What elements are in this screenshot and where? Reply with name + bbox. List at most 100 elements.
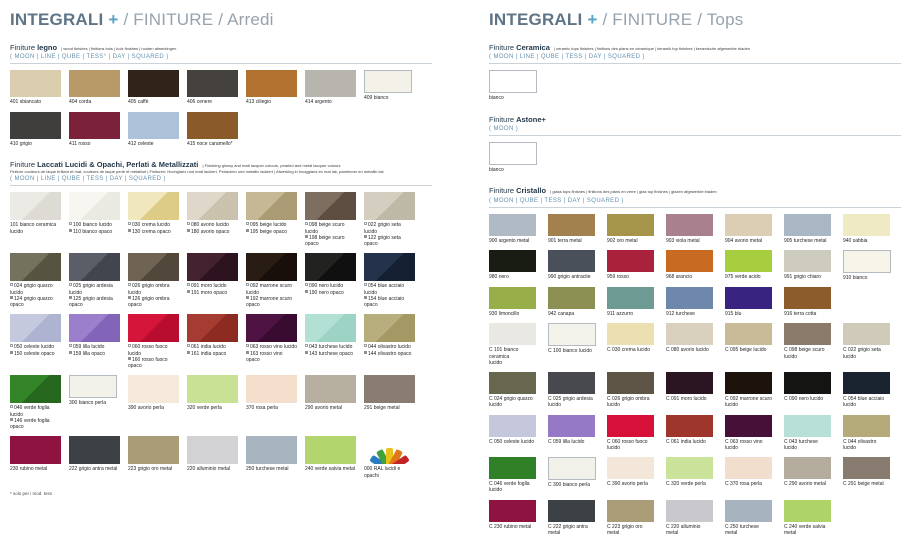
swatch-label-line: 130 crema opaco: [128, 229, 179, 235]
swatch-label-line: C 300 bianco perla: [548, 482, 595, 488]
swatch-color: [843, 457, 890, 479]
swatch-color: [666, 250, 713, 272]
swatch-color: [843, 250, 891, 273]
opaco-marker-icon: [246, 229, 249, 232]
swatch-label: 911 azzurro: [607, 311, 654, 317]
swatch-label-line: 912 turchese: [666, 311, 713, 317]
swatch-color: [364, 70, 412, 93]
swatch-label-line: C 101 bianco ceramica: [489, 347, 536, 360]
swatch-label-line: C 222 grigio antra metal: [548, 524, 595, 536]
swatch-label-line: 022 grigio seta lucido: [364, 222, 415, 235]
section-title-prefix: Finiture: [489, 43, 516, 52]
swatch-label: 098 beige scuro lucido198 beige scuro op…: [305, 222, 356, 247]
finish-swatch: 410 grigio: [10, 112, 61, 147]
swatch-label: 240 verde salvia metal: [305, 466, 356, 472]
swatch-label: 060 rosso fuoco lucido160 rosso fuoco op…: [128, 344, 179, 369]
finish-swatch: 413 ciliegio: [246, 70, 297, 105]
swatch-label-line: C 240 verde salvia metal: [784, 524, 831, 536]
finish-swatch: 903 viola metal: [666, 214, 713, 244]
finish-swatch: C 291 beige metal: [843, 457, 890, 494]
swatch-label: 024 grigio quarzo lucido124 grigio quarz…: [10, 283, 61, 308]
swatch-color: [187, 112, 238, 139]
swatch-row: bianco: [489, 142, 901, 173]
swatch-label-line: 903 viola metal: [666, 238, 713, 244]
swatch-label-line: 901 terra metal: [548, 238, 595, 244]
section-title-name: Astone+: [516, 115, 546, 124]
swatch-label-line: C 390 avorio perla: [607, 481, 654, 487]
page-title-arredi: INTEGRALI + / FINITURE / Arredi: [10, 10, 432, 30]
swatch-color: [843, 372, 890, 394]
swatch-color: [187, 436, 238, 464]
swatch-color: [607, 372, 654, 394]
swatch-row: C 050 celeste lucidoC 059 lilla lucidoC …: [489, 415, 901, 452]
finish-swatch: 101 bianco ceramicalucido: [10, 192, 61, 247]
swatch-label-line: 191 moro opaco: [187, 290, 238, 296]
finish-swatch: C 290 avorio metal: [784, 457, 831, 494]
finish-swatch: C 095 beige lucido: [725, 323, 772, 366]
swatch-label: 959 rosso: [607, 274, 654, 280]
swatch-label-line: 910 bianco: [843, 275, 890, 281]
swatch-color: [187, 192, 238, 220]
finish-swatch: C 044 olivastro lucido: [843, 415, 890, 452]
finish-swatch: C 100 bianco lucido: [548, 323, 595, 366]
swatch-label: 942 canapa: [548, 311, 595, 317]
swatch-label-line: 154 blue acciaio opaco: [364, 296, 415, 309]
swatch-label: 975 verde acido: [725, 274, 772, 280]
swatch-color: [187, 375, 238, 403]
finish-swatch: C 043 turchese lucido: [784, 415, 831, 452]
swatch-label: C 240 verde salvia metal: [784, 524, 831, 536]
opaco-marker-icon: [69, 296, 72, 299]
swatch-label-line: 222 grigio antra metal: [69, 466, 120, 472]
swatch-label: C 092 marrone scurolucido: [725, 396, 772, 409]
finish-swatch: 405 caffè: [128, 70, 179, 105]
swatch-label: 991 grigio chiaro: [784, 274, 831, 280]
swatch-label-line: 043 turchese lucido: [305, 344, 356, 350]
swatch-row: 024 grigio quarzo lucido124 grigio quarz…: [10, 253, 432, 308]
finish-swatch: 090 nero lucido190 nero opaco: [305, 253, 356, 308]
swatch-label-line: 390 avorio perla: [128, 405, 179, 411]
swatch-label-line: C 043 turchese lucido: [784, 439, 831, 452]
swatch-label-line: bianco: [489, 95, 536, 101]
section-divider: [10, 63, 432, 64]
swatch-label: C 043 turchese lucido: [784, 439, 831, 452]
finish-swatch: 054 blue acciaio lucido154 blue acciaio …: [364, 253, 415, 308]
section-divider: [489, 135, 901, 136]
lucido-marker-icon: [187, 344, 190, 347]
swatch-label: 290 avorio metal: [305, 405, 356, 411]
footnote: * solo per i mod. tess: [10, 491, 432, 496]
swatch-label-line: 250 turchese metal: [246, 466, 297, 472]
swatch-label-line: 046 verde foglia lucido: [10, 405, 61, 418]
swatch-label: C 091 moro lucido: [666, 396, 713, 402]
finish-swatch: 291 beige metal: [364, 375, 415, 430]
swatch-color: [489, 214, 536, 236]
swatch-color: [666, 457, 713, 479]
swatch-label: C 291 beige metal: [843, 481, 890, 487]
swatch-label-line: C 223 grigio oro metal: [607, 524, 654, 536]
lucido-marker-icon: [246, 222, 249, 225]
swatch-label: C 061 india lucido: [666, 439, 713, 445]
swatch-label: 390 avorio perla: [128, 405, 179, 411]
finish-swatch: 959 rosso: [607, 250, 654, 281]
finish-swatch: 942 canapa: [548, 287, 595, 317]
finish-swatch: 968 arancio: [666, 250, 713, 281]
swatch-color: [784, 323, 831, 345]
lucido-marker-icon: [364, 344, 367, 347]
brand-plus: +: [108, 10, 118, 29]
finish-swatch: 063 rosso vino lucido163 rosso vino opac…: [246, 314, 297, 369]
swatch-label-line: C 370 rosa perla: [725, 481, 772, 487]
section-title-name: Cristallo: [516, 186, 546, 195]
swatch-color: [128, 70, 179, 97]
finish-swatch: bianco: [489, 142, 536, 173]
swatch-color: [128, 253, 179, 281]
swatch-color: [843, 415, 890, 437]
swatch-label-line: 163 rosso vino opaco: [246, 351, 297, 364]
finish-swatch: C 046 verde foglia lucido: [489, 457, 536, 494]
swatch-color: [10, 375, 61, 403]
lucido-marker-icon: [187, 283, 190, 286]
finish-swatch: C 063 rosso vino lucido: [725, 415, 772, 452]
finish-swatch: C 223 grigio oro metal: [607, 500, 654, 536]
swatch-color: [548, 457, 596, 480]
swatch-color: [10, 436, 61, 464]
swatch-color: [489, 500, 536, 522]
swatch-label: C 090 nero lucido: [784, 396, 831, 402]
